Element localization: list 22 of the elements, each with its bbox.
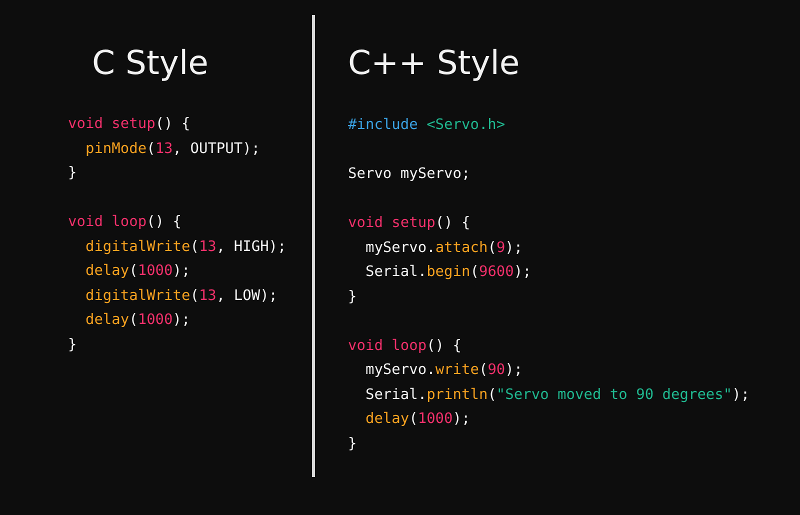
panel-title: C++ Style bbox=[348, 43, 521, 83]
code-line: myServo.attach(9); bbox=[364, 238, 523, 258]
code-line: Serial.begin(9600); bbox=[364, 263, 532, 282]
code-line: myServo.write(90); bbox=[364, 361, 523, 380]
code-line: digitalWrite(13, LOW); bbox=[84, 286, 278, 306]
code-line: } bbox=[348, 434, 357, 454]
code-line: Serial.println("Servo moved to 90 degrees"); bbox=[364, 386, 750, 404]
code-line: } bbox=[68, 336, 77, 354]
panel-title: C Style bbox=[91, 43, 210, 83]
code-line: delay(1000); bbox=[364, 410, 470, 429]
code-line: digitalWrite(13, HIGH); bbox=[84, 238, 286, 256]
code-line: void loop() { bbox=[348, 336, 462, 356]
code-line: pinMode(13, OUTPUT); bbox=[84, 140, 260, 158]
code-line: delay(1000); bbox=[84, 311, 190, 330]
code-line: void setup() { bbox=[348, 214, 470, 233]
code-line: } bbox=[348, 288, 357, 306]
code-line: void loop() { bbox=[68, 213, 182, 232]
code-line: void setup() { bbox=[68, 115, 190, 134]
code-line: #include <Servo.h> bbox=[348, 116, 506, 135]
code-line: delay(1000); bbox=[84, 262, 190, 281]
code-line: Servo myServo; bbox=[348, 165, 470, 184]
code-line: } bbox=[68, 164, 77, 183]
